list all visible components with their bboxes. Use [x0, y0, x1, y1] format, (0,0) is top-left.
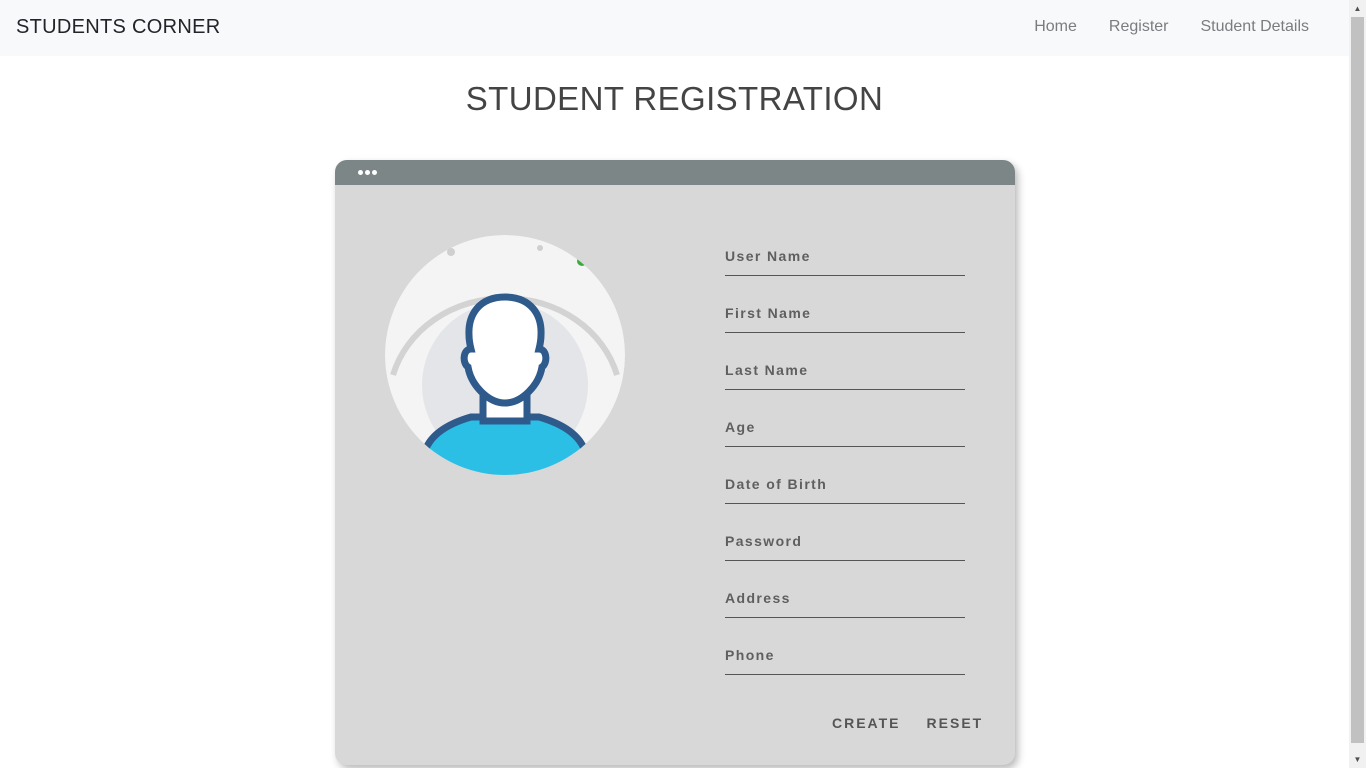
page: STUDENTS CORNER Home Register Student De…	[0, 0, 1366, 768]
nav-links: Home Register Student Details	[1034, 18, 1309, 36]
nav-link-register[interactable]: Register	[1109, 18, 1169, 36]
address-input[interactable]	[725, 579, 965, 618]
nav-link-student-details[interactable]: Student Details	[1200, 18, 1309, 36]
password-input[interactable]	[725, 522, 965, 561]
form-actions: CREATE RESET	[832, 715, 983, 731]
reset-button[interactable]: RESET	[927, 715, 984, 731]
password-field-wrapper	[725, 515, 965, 572]
vertical-scrollbar[interactable]: ▲ ▼	[1349, 0, 1366, 768]
create-button[interactable]: CREATE	[832, 715, 901, 731]
dot	[372, 170, 377, 175]
arrow-up-icon[interactable]: ▲	[1349, 0, 1366, 17]
address-field-wrapper	[725, 572, 965, 629]
brand-link[interactable]: STUDENTS CORNER	[16, 16, 221, 39]
age-field-wrapper	[725, 401, 965, 458]
dot	[365, 170, 370, 175]
phone-input[interactable]	[725, 636, 965, 675]
page-title: STUDENT REGISTRATION	[465, 80, 884, 117]
username-input[interactable]	[725, 237, 965, 276]
navbar: STUDENTS CORNER Home Register Student De…	[0, 0, 1349, 56]
phone-field-wrapper	[725, 629, 965, 686]
last-name-input[interactable]	[725, 351, 965, 390]
user-silhouette-icon	[385, 235, 625, 475]
card-header-bar	[335, 160, 1015, 185]
dot	[358, 170, 363, 175]
nav-link-home[interactable]: Home	[1034, 18, 1077, 36]
arrow-down-icon[interactable]: ▼	[1349, 751, 1366, 768]
dob-field-wrapper	[725, 458, 965, 515]
registration-card: CREATE RESET	[335, 160, 1015, 765]
age-input[interactable]	[725, 408, 965, 447]
username-field-wrapper	[725, 230, 965, 287]
last-name-field-wrapper	[725, 344, 965, 401]
scrollbar-thumb[interactable]	[1351, 17, 1364, 743]
first-name-input[interactable]	[725, 294, 965, 333]
window-dots-icon	[358, 170, 377, 175]
date-of-birth-input[interactable]	[725, 465, 965, 504]
first-name-field-wrapper	[725, 287, 965, 344]
registration-form	[725, 230, 965, 686]
